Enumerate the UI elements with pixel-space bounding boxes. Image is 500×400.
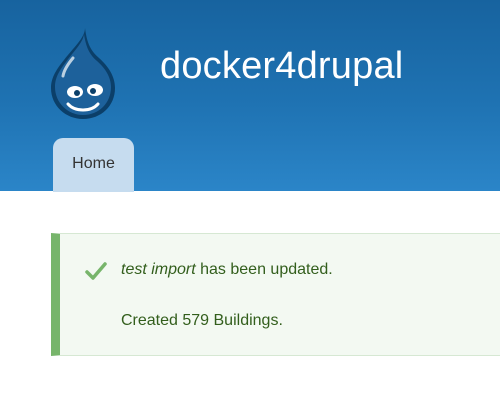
- site-header: docker4drupal Home: [0, 0, 500, 192]
- status-message: test import has been updated. Created 57…: [51, 233, 500, 356]
- status-message-line-2: Created 579 Buildings.: [121, 312, 283, 329]
- status-message-suffix: has been updated.: [195, 261, 333, 278]
- check-icon: [85, 261, 107, 281]
- page: docker4drupal Home test import has been …: [0, 0, 500, 400]
- drupal-logo-icon[interactable]: [51, 24, 115, 120]
- tab-home[interactable]: Home: [53, 138, 134, 192]
- site-name[interactable]: docker4drupal: [160, 43, 403, 89]
- status-message-line-1: test import has been updated.: [121, 261, 333, 279]
- item-name: test import: [121, 261, 196, 278]
